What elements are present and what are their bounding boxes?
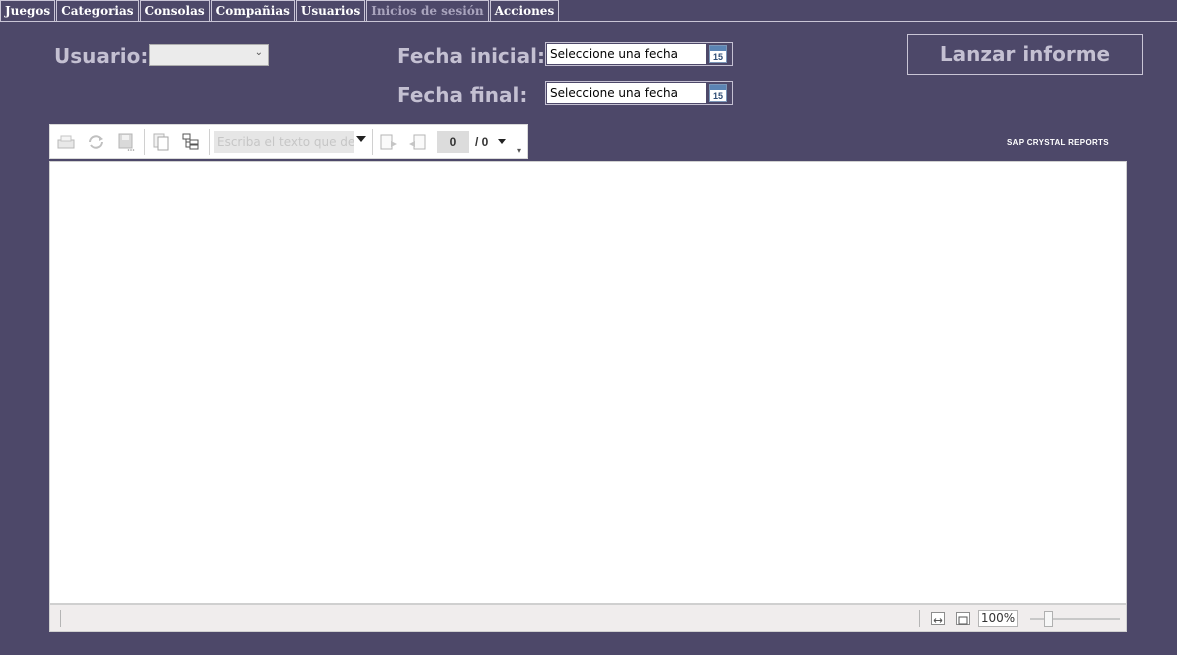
toolbar-overflow-icon[interactable]: ▾ [517,146,521,155]
tab-categorias[interactable]: Categorias [56,0,139,21]
tab-acciones[interactable]: Acciones [489,0,560,21]
fit-width-icon[interactable] [931,612,945,625]
import-icon[interactable] [407,133,427,151]
tab-inicios-de-sesion[interactable]: Inicios de sesión [366,0,489,22]
zoom-slider-thumb[interactable] [1044,611,1053,627]
user-select[interactable]: ⌄ [149,44,269,66]
calendar-day: 15 [712,91,723,101]
status-bar: 100% [49,604,1127,632]
tab-consolas[interactable]: Consolas [139,0,210,21]
calendar-icon[interactable]: 15 [709,45,727,63]
page-dropdown-icon[interactable] [498,139,506,144]
fit-page-icon[interactable] [956,612,970,625]
copy-icon[interactable] [151,133,171,151]
end-date-label: Fecha final: [397,83,528,107]
save-icon[interactable] [116,133,136,151]
launch-report-button[interactable]: Lanzar informe [907,34,1143,75]
search-input[interactable]: Escriba el texto que des [214,131,354,153]
brand-label: SAP CRYSTAL REPORTS [1007,138,1109,147]
tree-icon[interactable] [181,133,201,151]
chevron-down-icon: ⌄ [254,47,263,58]
zoom-level[interactable]: 100% [978,610,1018,627]
tab-underline [0,21,1177,22]
start-date-input[interactable]: Seleccione una fecha [547,44,706,64]
export-icon[interactable] [379,133,399,151]
user-label: Usuario: [54,44,149,68]
tab-bar: Juegos Categorias Consolas Compañias Usu… [0,0,560,22]
report-viewer[interactable] [49,161,1127,604]
start-date-label: Fecha inicial: [397,44,545,68]
refresh-icon[interactable] [86,133,106,151]
print-icon[interactable] [56,133,76,151]
tab-companias[interactable]: Compañias [210,0,295,21]
search-dropdown-icon[interactable] [356,136,366,142]
start-date-picker[interactable]: Seleccione una fecha 15 [545,42,733,66]
tab-usuarios[interactable]: Usuarios [295,0,366,21]
end-date-input[interactable]: Seleccione una fecha [547,83,706,103]
total-pages: / 0 [475,135,489,149]
report-toolbar: Escriba el texto que des 0 / 0 ▾ [49,124,528,159]
calendar-icon[interactable]: 15 [709,84,727,102]
current-page-input[interactable]: 0 [437,131,469,153]
calendar-day: 15 [712,52,723,62]
end-date-picker[interactable]: Seleccione una fecha 15 [545,81,733,105]
tab-juegos[interactable]: Juegos [0,0,56,21]
